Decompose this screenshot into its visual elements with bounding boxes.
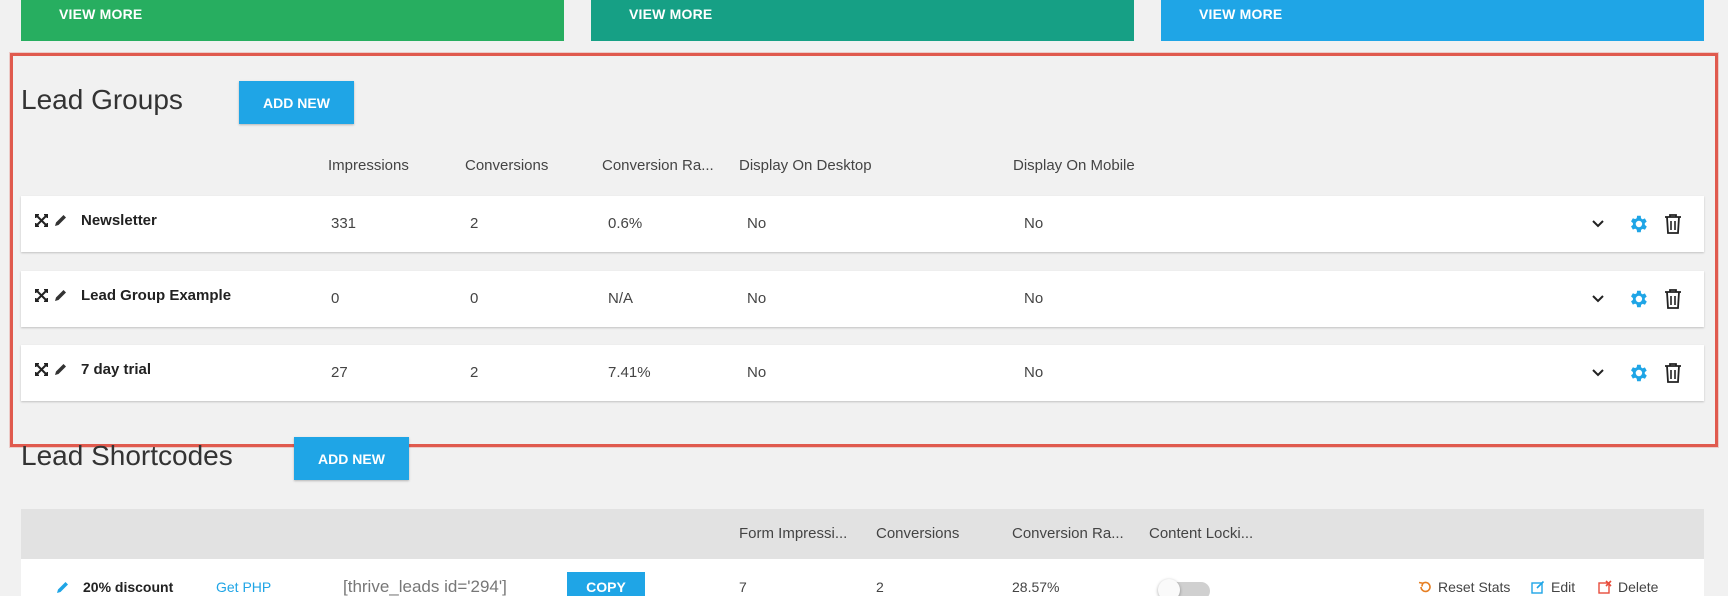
lead-group-row[interactable]: 7 day trial 27 2 7.41% No No (21, 345, 1704, 401)
desktop-value: No (747, 290, 767, 307)
mobile-value: No (1024, 215, 1044, 232)
column-header-display-mobile: Display On Mobile (1013, 157, 1135, 174)
conversions-value: 2 (876, 579, 884, 595)
conversion-rate-value: 7.41% (608, 364, 651, 381)
expand-icon[interactable] (35, 214, 48, 227)
copy-button[interactable]: COPY (567, 572, 645, 596)
gear-icon[interactable] (1627, 213, 1649, 235)
edit-icon (1531, 580, 1545, 594)
conversions-value: 2 (470, 364, 479, 381)
column-header-conversions: Conversions (465, 157, 549, 174)
expand-icon[interactable] (35, 363, 48, 376)
column-header-form-impressions: Form Impressi... (739, 525, 848, 542)
reset-icon (1418, 581, 1431, 593)
pencil-icon[interactable] (54, 363, 67, 376)
mobile-value: No (1024, 364, 1044, 381)
mobile-value: No (1024, 290, 1044, 307)
view-more-label: VIEW MORE (629, 6, 713, 22)
view-more-button-green[interactable]: VIEW MORE (21, 0, 564, 41)
edit-label: Edit (1551, 579, 1576, 595)
delete-icon (1598, 580, 1612, 594)
lead-group-name: 7 day trial (81, 361, 152, 378)
pencil-icon[interactable] (54, 214, 67, 227)
trash-icon[interactable] (1664, 362, 1682, 383)
column-header-display-desktop: Display On Desktop (739, 157, 872, 174)
add-shortcode-button[interactable]: ADD NEW (294, 437, 409, 480)
lead-group-name: Newsletter (81, 212, 157, 229)
form-impressions-value: 7 (739, 579, 747, 595)
content-locking-toggle[interactable] (1158, 579, 1210, 596)
conversion-rate-value: 0.6% (608, 215, 643, 232)
view-more-button-teal[interactable]: VIEW MORE (591, 0, 1134, 41)
reset-stats-label: Reset Stats (1438, 579, 1511, 595)
impressions-value: 331 (331, 215, 357, 232)
conversion-rate-value: N/A (608, 290, 634, 307)
column-header-content-locking: Content Locki... (1149, 525, 1254, 542)
edit-button[interactable]: Edit (1531, 579, 1575, 595)
trash-icon[interactable] (1664, 213, 1682, 234)
column-header-conversion-rate: Conversion Ra... (1012, 525, 1124, 542)
impressions-value: 27 (331, 364, 348, 381)
delete-label: Delete (1618, 579, 1659, 595)
get-php-link[interactable]: Get PHP (216, 579, 271, 595)
pencil-icon[interactable] (56, 581, 69, 594)
lead-groups-title: Lead Groups (21, 84, 183, 115)
chevron-down-icon[interactable] (1591, 293, 1605, 305)
add-lead-group-button[interactable]: ADD NEW (239, 81, 354, 124)
chevron-down-icon[interactable] (1591, 218, 1605, 230)
conversions-value: 2 (470, 215, 479, 232)
shortcodes-table-header (21, 509, 1704, 559)
delete-button[interactable]: Delete (1598, 579, 1658, 595)
shortcode-name: 20% discount (83, 579, 174, 595)
conversion-rate-value: 28.57% (1012, 579, 1060, 595)
expand-icon[interactable] (35, 289, 48, 302)
desktop-value: No (747, 364, 767, 381)
column-header-conversions: Conversions (876, 525, 960, 542)
view-more-label: VIEW MORE (1199, 6, 1283, 22)
lead-group-row[interactable]: Lead Group Example 0 0 N/A No No (21, 271, 1704, 327)
view-more-button-blue[interactable]: VIEW MORE (1161, 0, 1704, 41)
lead-shortcodes-title: Lead Shortcodes (21, 440, 233, 471)
gear-icon[interactable] (1627, 362, 1649, 384)
toggle-knob (1158, 579, 1180, 596)
desktop-value: No (747, 215, 767, 232)
impressions-value: 0 (331, 290, 340, 307)
chevron-down-icon[interactable] (1591, 367, 1605, 379)
view-more-label: VIEW MORE (59, 6, 143, 22)
reset-stats-button[interactable]: Reset Stats (1418, 579, 1510, 595)
trash-icon[interactable] (1664, 288, 1682, 309)
lead-group-name: Lead Group Example (81, 287, 232, 304)
lead-group-row[interactable]: Newsletter 331 2 0.6% No No (21, 196, 1704, 252)
gear-icon[interactable] (1627, 288, 1649, 310)
column-header-conversion-rate: Conversion Ra... (602, 157, 714, 174)
shortcode-text: [thrive_leads id='294'] (343, 577, 507, 596)
pencil-icon[interactable] (54, 289, 67, 302)
column-header-impressions: Impressions (328, 157, 409, 174)
conversions-value: 0 (470, 290, 479, 307)
